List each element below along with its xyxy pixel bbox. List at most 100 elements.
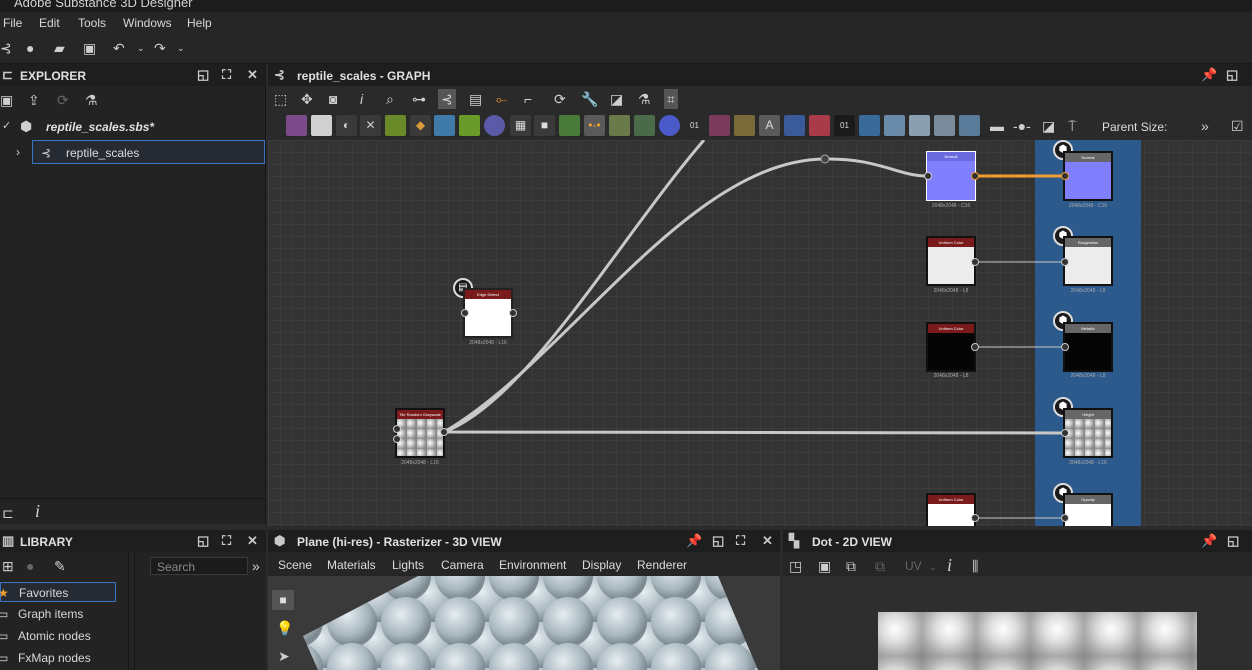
- menu-materials[interactable]: Materials: [327, 558, 376, 572]
- viewport-2d[interactable]: [783, 576, 1252, 670]
- output-roughness[interactable]: Roughness: [1063, 236, 1113, 286]
- new-graph-icon[interactable]: ⊰: [0, 40, 12, 56]
- node-uniform-color[interactable]: Uniform Color: [926, 493, 976, 526]
- clean-icon[interactable]: ⚗: [85, 92, 98, 108]
- input-pin[interactable]: [1061, 172, 1069, 180]
- palette-mirror-icon[interactable]: [734, 115, 755, 136]
- menu-windows[interactable]: Windows: [123, 16, 172, 30]
- pointer-icon[interactable]: ➤: [278, 648, 290, 664]
- float-icon[interactable]: ◱: [197, 67, 209, 83]
- output-pin[interactable]: [971, 343, 979, 351]
- input-pin[interactable]: [1061, 429, 1069, 437]
- light-icon[interactable]: 💡: [276, 620, 293, 636]
- info-icon[interactable]: i: [947, 556, 952, 574]
- output-normal[interactable]: Normal: [1063, 151, 1113, 201]
- palette-bitmap-icon[interactable]: [286, 115, 307, 136]
- palette-portal-icon[interactable]: [959, 115, 980, 136]
- save-icon[interactable]: ▣: [818, 558, 831, 574]
- tools-icon[interactable]: 🔧: [581, 91, 598, 107]
- output-pin[interactable]: [440, 428, 448, 436]
- output-pin[interactable]: [509, 309, 517, 317]
- maximize-icon[interactable]: ⛶: [222, 533, 231, 549]
- palette-bridge-icon[interactable]: [709, 115, 730, 136]
- library-item-fxmap-nodes[interactable]: ▭ FxMap nodes: [0, 648, 116, 668]
- palette-grid-icon[interactable]: ▦: [510, 115, 531, 136]
- palette-sphere-icon[interactable]: [484, 115, 505, 136]
- float-icon[interactable]: ◱: [712, 533, 724, 549]
- viewport-3d[interactable]: ■ 💡 ➤: [268, 576, 780, 670]
- package-name[interactable]: reptile_scales.sbs*: [46, 120, 154, 134]
- redo-icon[interactable]: ↷: [154, 40, 166, 56]
- graph-layout-icon[interactable]: ⊰: [438, 89, 456, 109]
- output-pin[interactable]: [971, 514, 979, 522]
- comment-icon[interactable]: ▤: [469, 91, 482, 107]
- palette-fill-icon[interactable]: [809, 115, 830, 136]
- save-package-icon[interactable]: ▣: [0, 92, 13, 108]
- pin-icon[interactable]: 📌: [1201, 533, 1217, 549]
- undo-dropdown-icon[interactable]: ⌄: [137, 40, 145, 56]
- pin-node-icon[interactable]: ⍑: [1068, 118, 1076, 134]
- redo-dropdown-icon[interactable]: ⌄: [177, 40, 185, 56]
- input-pin[interactable]: [924, 172, 932, 180]
- library-item-atomic-nodes[interactable]: ▭ Atomic nodes: [0, 626, 116, 646]
- menu-renderer[interactable]: Renderer: [637, 558, 687, 572]
- node-tile-random[interactable]: Tile Random Grayscale: [395, 408, 445, 458]
- add-package-icon[interactable]: ●: [26, 558, 34, 574]
- info-icon[interactable]: i: [360, 91, 363, 107]
- refresh-icon[interactable]: ⟳: [554, 91, 566, 107]
- menu-file[interactable]: File: [3, 16, 22, 30]
- graph-item-selected[interactable]: ⊰ reptile_scales: [32, 140, 265, 164]
- new-package-icon[interactable]: ●: [26, 40, 34, 56]
- pan-icon[interactable]: ✥: [301, 91, 313, 107]
- float-icon[interactable]: ◱: [197, 533, 209, 549]
- search-input[interactable]: Search: [150, 557, 248, 575]
- menu-help[interactable]: Help: [187, 16, 212, 30]
- palette-binary-icon[interactable]: 01: [834, 115, 855, 136]
- undo-icon[interactable]: ↶: [113, 40, 125, 56]
- output-pin[interactable]: [971, 258, 979, 266]
- collapse-chevron-icon[interactable]: ✓: [2, 118, 11, 134]
- close-icon[interactable]: ✕: [762, 533, 773, 549]
- input-pin[interactable]: [393, 435, 401, 443]
- frame-icon[interactable]: ◪: [1042, 118, 1055, 134]
- library-item-favorites[interactable]: ★ Favorites: [0, 582, 116, 602]
- node-uniform-color[interactable]: Uniform Color: [926, 322, 976, 372]
- palette-transform-icon[interactable]: [434, 115, 455, 136]
- palette-fx-icon[interactable]: [859, 115, 880, 136]
- more-icon[interactable]: »: [252, 558, 260, 574]
- menu-environment[interactable]: Environment: [499, 558, 566, 572]
- maximize-icon[interactable]: ⛶: [222, 67, 231, 83]
- palette-graph-icon[interactable]: [934, 115, 955, 136]
- align-icon[interactable]: ⊶: [412, 91, 426, 107]
- palette-levels-icon[interactable]: [634, 115, 655, 136]
- output-pin[interactable]: [971, 172, 979, 180]
- grid-snap-icon[interactable]: ⌗: [664, 89, 678, 109]
- output-height[interactable]: Height: [1063, 408, 1113, 458]
- preview-icon[interactable]: ◪: [610, 91, 623, 107]
- float-icon[interactable]: ◱: [1226, 67, 1238, 83]
- close-icon[interactable]: ✕: [247, 533, 258, 549]
- search-icon[interactable]: ⌕: [386, 91, 394, 107]
- palette-text-icon[interactable]: A: [759, 115, 780, 136]
- open-folder-icon[interactable]: ▰: [54, 40, 65, 56]
- more-icon[interactable]: »: [1201, 118, 1209, 134]
- info-icon[interactable]: i: [35, 502, 40, 520]
- comment-icon[interactable]: ▬: [990, 118, 1004, 134]
- library-item-graph-items[interactable]: ▭ Graph items: [0, 604, 116, 624]
- add-folder-icon[interactable]: ⊞: [2, 558, 14, 574]
- palette-frame-icon[interactable]: [784, 115, 805, 136]
- copy-icon[interactable]: ⧉: [846, 558, 856, 574]
- uv-dropdown[interactable]: UV: [905, 559, 922, 573]
- expand-chevron-icon[interactable]: ›: [16, 144, 20, 160]
- palette-input-icon[interactable]: [884, 115, 905, 136]
- palette-checker-icon[interactable]: 01: [684, 115, 705, 136]
- pin-icon[interactable]: 📌: [1201, 67, 1217, 83]
- menu-scene[interactable]: Scene: [278, 558, 312, 572]
- screenshot-icon[interactable]: ◙: [329, 91, 337, 107]
- menu-edit[interactable]: Edit: [39, 16, 60, 30]
- input-pin[interactable]: [393, 425, 401, 433]
- palette-warp-icon[interactable]: [459, 115, 480, 136]
- checkbox-icon[interactable]: ☑: [1231, 118, 1244, 134]
- node-uniform-color[interactable]: Uniform Color: [926, 236, 976, 286]
- graph-canvas[interactable]: ▤ Edge Detect 2048x2048 - L16 Tile Rando…: [268, 140, 1252, 526]
